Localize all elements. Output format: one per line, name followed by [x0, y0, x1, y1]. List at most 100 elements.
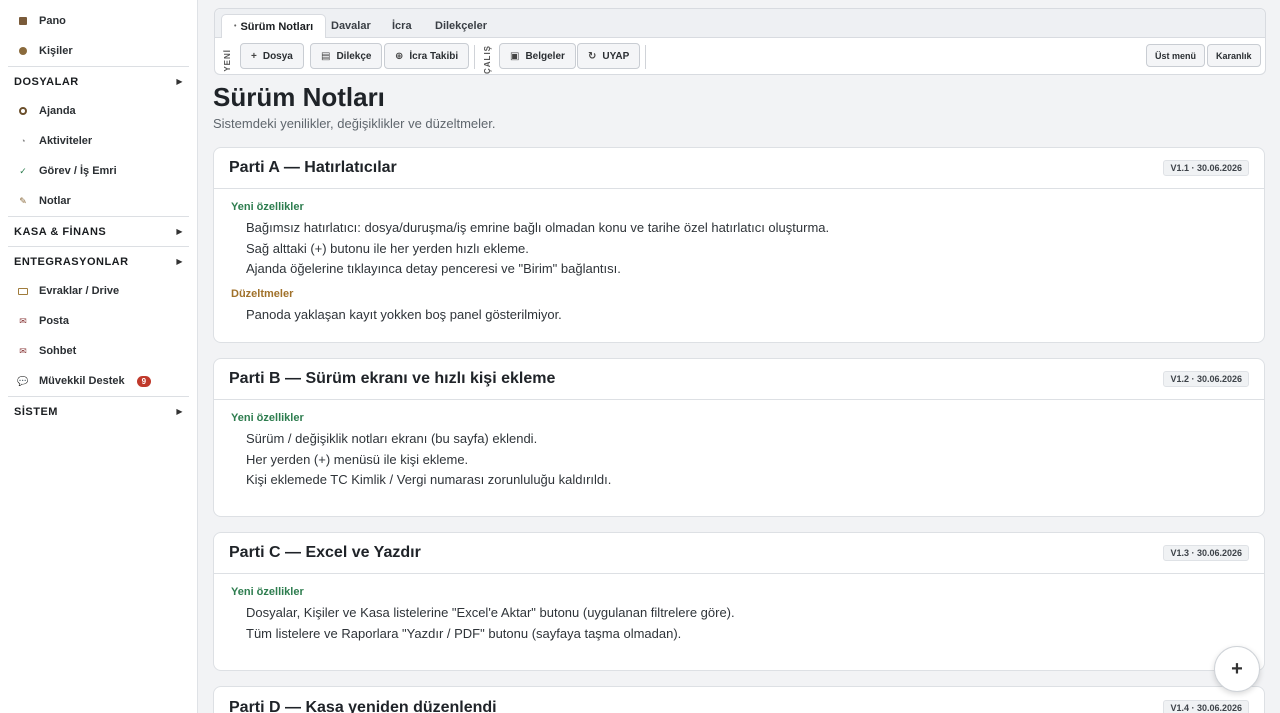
list-item: Dosyalar, Kişiler ve Kasa listelerine "E… — [246, 605, 735, 620]
tab-label: İcra — [392, 20, 412, 32]
sidebar-item-ajanda[interactable]: Ajanda — [0, 96, 197, 126]
binoculars-icon: ⊕ — [395, 50, 404, 62]
sidebar-item-evraklar[interactable]: Evraklar / Drive — [0, 276, 197, 306]
sidebar-item-notlar[interactable]: ✎ Notlar — [0, 186, 197, 216]
contacts-icon — [18, 46, 28, 56]
section-label: SİSTEM — [14, 405, 58, 418]
list-item: Her yerden (+) menüsü ile kişi ekleme. — [246, 451, 469, 467]
sidebar-item-label: Aktiviteler — [39, 135, 93, 147]
chat-icon: ✉ — [19, 345, 27, 356]
card-body: Yeni özellikler Sürüm / değişiklik notla… — [214, 400, 1264, 503]
button-label: İcra Takibi — [409, 50, 459, 62]
plus-icon: + — [251, 50, 257, 62]
sidebar-item-muvekkil-destek[interactable]: 💬 Müvekkil Destek 9 — [0, 366, 197, 396]
section-label: KASA & FİNANS — [14, 225, 107, 238]
sidebar-item-label: Görev / İş Emri — [39, 165, 117, 177]
list-item: Bağımsız hatırlatıcı: dosya/duruşma/iş e… — [246, 220, 830, 235]
tab-icra[interactable]: İcra — [380, 14, 424, 38]
list-item: Panoda yaklaşan kayıt yokken boş panel g… — [246, 306, 562, 322]
version-badge: V1.4 · 30.06.2026 — [1163, 699, 1249, 713]
page-title: Sürüm Notları — [213, 82, 385, 112]
new-dosya-button[interactable]: + Dosya — [240, 43, 304, 69]
list-item: Tüm listelere ve Raporlara "Yazdır / PDF… — [246, 625, 682, 641]
list-item: Kişi eklemede TC Kimlik / Vergi numarası… — [246, 472, 612, 487]
tab-label: Sürüm Notları — [240, 20, 314, 33]
sidebar-item-gorev[interactable]: ✓ Görev / İş Emri — [0, 156, 197, 186]
expand-arrow-icon: ▶ — [176, 77, 183, 86]
group-label-calis: ÇALIŞ — [483, 45, 492, 74]
sidebar-section-kasa[interactable]: KASA & FİNANS ▶ — [8, 216, 189, 246]
button-label: Belgeler — [525, 50, 565, 62]
belgeler-button[interactable]: ▣ Belgeler — [499, 43, 576, 69]
expand-arrow-icon: ▶ — [176, 257, 183, 266]
release-card: Parti C — Excel ve Yazdır V1.3 · 30.06.2… — [213, 532, 1265, 671]
sidebar-item-label: Notlar — [39, 195, 71, 207]
new-features-heading: Yeni özellikler — [231, 412, 304, 424]
expand-arrow-icon: ▶ — [176, 407, 183, 416]
tab-davalar[interactable]: Davalar — [319, 14, 383, 38]
version-badge: V1.1 · 30.06.2026 — [1163, 160, 1249, 176]
sidebar: Pano Kişiler DOSYALAR ▶ Ajanda ◔ Aktivit… — [0, 0, 198, 713]
pencil-icon: ✎ — [19, 195, 27, 206]
sidebar-item-pano[interactable]: Pano — [0, 6, 197, 36]
mail-icon: ✉ — [19, 315, 27, 326]
tab-dilekceler[interactable]: Dilekçeler — [423, 14, 499, 38]
new-dilekce-button[interactable]: ▤ Dilekçe — [310, 43, 383, 69]
sidebar-item-label: Posta — [39, 315, 69, 327]
sidebar-item-label: Kişiler — [39, 45, 73, 57]
refresh-icon: ↻ — [588, 50, 597, 62]
uyap-button[interactable]: ↻ UYAP — [577, 43, 641, 69]
tab-label: Davalar — [331, 20, 371, 32]
card-title: Parti D — Kasa yeniden düzenlendi — [229, 698, 497, 713]
section-label: DOSYALAR — [14, 75, 79, 88]
sidebar-item-kisiler[interactable]: Kişiler — [0, 36, 197, 66]
plus-icon: + — [1231, 657, 1243, 680]
dashboard-icon — [18, 16, 28, 26]
sidebar-item-label: Evraklar / Drive — [39, 285, 120, 297]
version-badge: V1.3 · 30.06.2026 — [1163, 545, 1249, 561]
list-item: Sürüm / değişiklik notları ekranı (bu sa… — [246, 431, 538, 446]
folder-icon — [18, 286, 28, 296]
quick-add-fab-button[interactable]: + — [1214, 646, 1260, 692]
card-header: Parti C — Excel ve Yazdır V1.3 · 30.06.2… — [214, 533, 1264, 574]
sidebar-item-posta[interactable]: ✉ Posta — [0, 306, 197, 336]
page-subtitle: Sistemdeki yenilikler, değişiklikler ve … — [213, 116, 496, 131]
list-item: Ajanda öğelerine tıklayınca detay pencer… — [246, 261, 621, 276]
sidebar-section-dosyalar[interactable]: DOSYALAR ▶ — [8, 66, 189, 96]
sidebar-item-sohbet[interactable]: ✉ Sohbet — [0, 336, 197, 366]
new-icra-takibi-button[interactable]: ⊕ İcra Takibi — [384, 43, 470, 69]
check-icon: ✓ — [19, 165, 27, 176]
version-badge: V1.2 · 30.06.2026 — [1163, 371, 1249, 387]
tab-dot-icon: • — [234, 23, 237, 30]
support-icon: 💬 — [17, 375, 29, 386]
sidebar-section-entegrasyonlar[interactable]: ENTEGRASYONLAR ▶ — [8, 246, 189, 276]
tab-strip: • Sürüm Notları Davalar İcra Dilekçeler — [215, 9, 1265, 38]
release-card: Parti D — Kasa yeniden düzenlendi V1.4 ·… — [213, 686, 1265, 713]
toolbar-divider — [474, 45, 475, 69]
card-header: Parti D — Kasa yeniden düzenlendi V1.4 ·… — [214, 687, 1264, 713]
calendar-icon — [18, 106, 28, 116]
expand-arrow-icon: ▶ — [176, 227, 183, 236]
release-card: Parti B — Sürüm ekranı ve hızlı kişi ekl… — [213, 358, 1265, 517]
top-toolbar: • Sürüm Notları Davalar İcra Dilekçeler … — [214, 8, 1266, 75]
tab-surum-notlari[interactable]: • Sürüm Notları — [221, 14, 327, 38]
fixes-heading: Düzeltmeler — [231, 287, 294, 300]
release-card: Parti A — Hatırlatıcılar V1.1 · 30.06.20… — [213, 147, 1265, 343]
notification-badge: 9 — [136, 375, 152, 387]
button-label: Üst menü — [1155, 50, 1197, 61]
tab-label: Dilekçeler — [435, 20, 487, 32]
card-header: Parti B — Sürüm ekranı ve hızlı kişi ekl… — [214, 359, 1264, 400]
card-title: Parti B — Sürüm ekranı ve hızlı kişi ekl… — [229, 370, 556, 387]
button-label: UYAP — [602, 50, 630, 62]
archive-icon: ▣ — [510, 50, 520, 62]
button-label: Karanlık — [1216, 50, 1252, 61]
sidebar-item-label: Ajanda — [39, 105, 76, 117]
list-item: Sağ alttaki (+) butonu ile her yerden hı… — [246, 240, 529, 256]
dark-mode-toggle-button[interactable]: Karanlık — [1207, 44, 1261, 67]
button-label: Dosya — [262, 50, 293, 62]
sidebar-section-sistem[interactable]: SİSTEM ▶ — [8, 396, 189, 426]
sidebar-item-aktiviteler[interactable]: ◔ Aktiviteler — [0, 126, 197, 156]
top-menu-toggle-button[interactable]: Üst menü — [1146, 44, 1206, 67]
toolbar-divider — [645, 45, 646, 69]
new-features-heading: Yeni özellikler — [231, 201, 304, 213]
